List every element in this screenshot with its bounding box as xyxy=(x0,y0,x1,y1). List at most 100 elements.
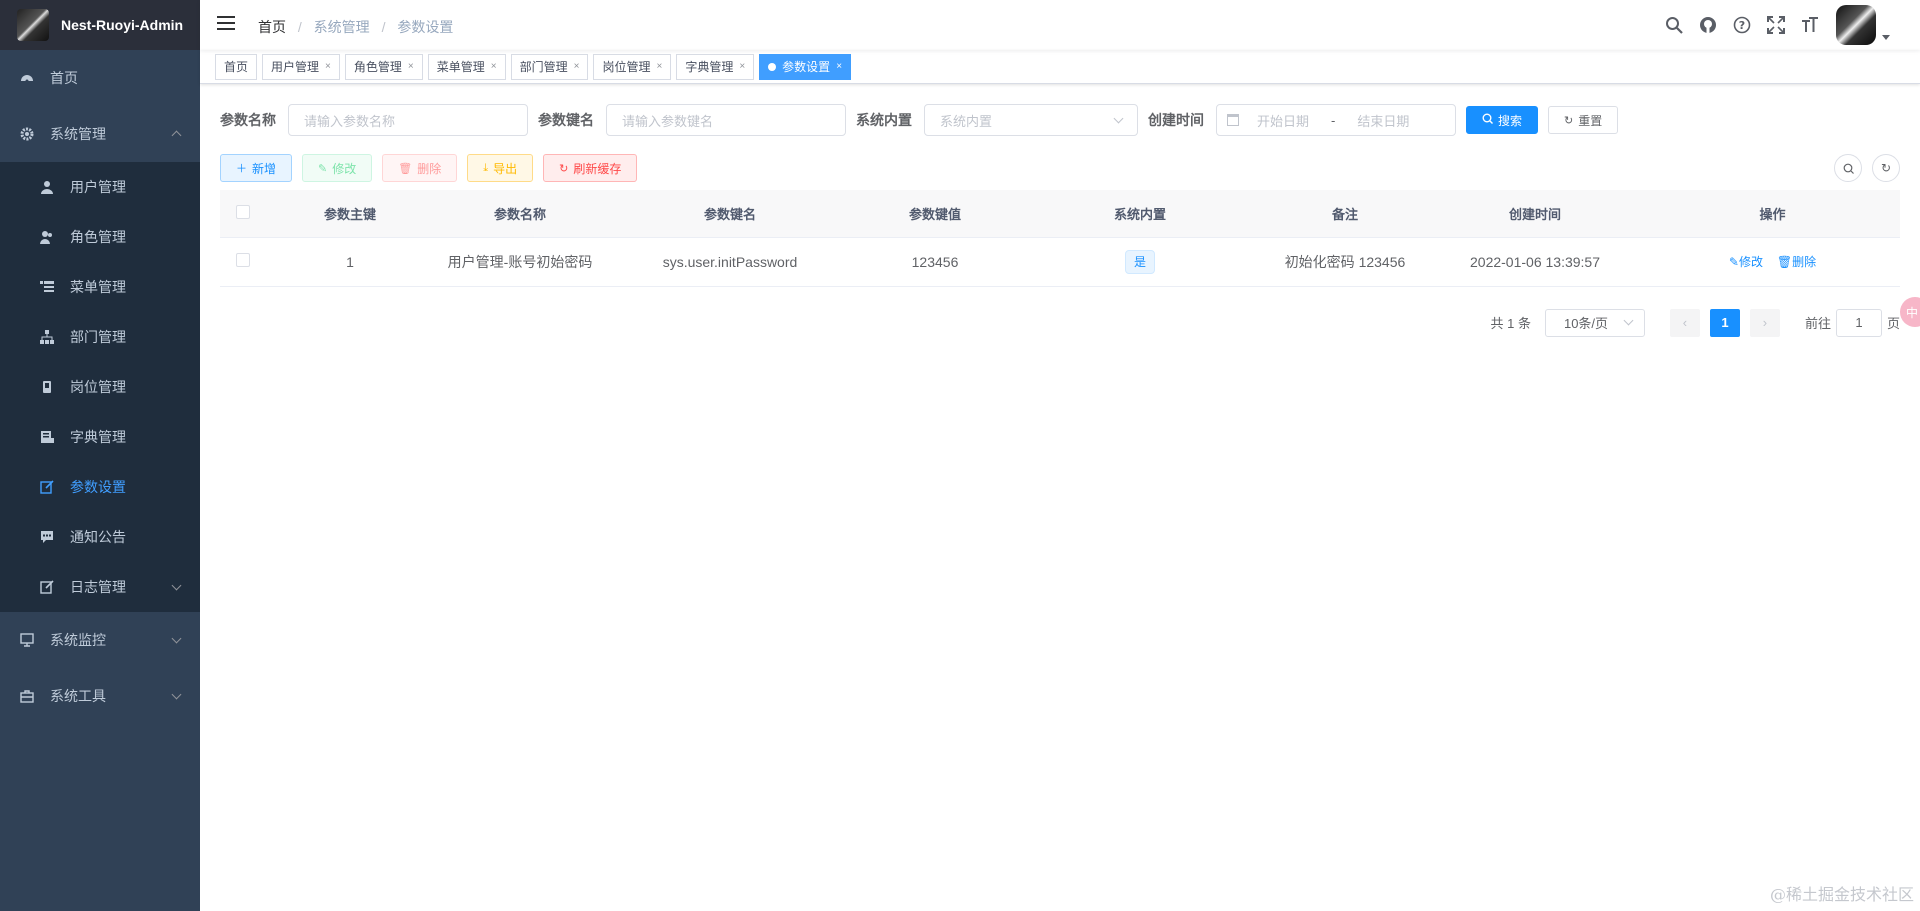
sidebar-item-notice[interactable]: 通知公告 xyxy=(0,512,200,562)
tag-depts[interactable]: 部门管理 × xyxy=(510,53,589,80)
search-icon[interactable] xyxy=(1664,15,1684,35)
sidebar-item-label: 系统监控 xyxy=(50,632,106,648)
sidebar-item-label: 岗位管理 xyxy=(70,379,126,395)
config-name-input[interactable]: 请输入参数名称 xyxy=(288,104,528,136)
refresh-cache-button[interactable]: ↻ 刷新缓存 xyxy=(543,154,638,182)
edit-icon xyxy=(40,480,54,494)
breadcrumb-home[interactable]: 首页 xyxy=(258,19,286,35)
gear-icon xyxy=(20,127,34,141)
refresh-icon: ↻ xyxy=(559,162,569,175)
sidebar-item-label: 菜单管理 xyxy=(70,279,126,295)
toggle-search-button[interactable] xyxy=(1834,154,1862,182)
sidebar-item-roles[interactable]: 角色管理 xyxy=(0,212,200,262)
edit-button[interactable]: ✎ 修改 xyxy=(302,154,373,182)
chevron-down-icon xyxy=(171,689,182,700)
close-icon[interactable]: × xyxy=(325,55,331,79)
github-icon[interactable] xyxy=(1698,15,1718,35)
add-button[interactable]: ＋ 新增 xyxy=(220,154,293,182)
config-key-input[interactable]: 请输入参数键名 xyxy=(606,104,846,136)
main-container: 首页 / 系统管理 / 参数设置 ? 首页 用户管理 × 角色管理 × 菜单管理 × … xyxy=(200,0,1920,911)
goto-prefix: 前往 xyxy=(1804,316,1831,331)
export-button[interactable]: ⤓ 导出 xyxy=(467,154,534,182)
sidebar-item-depts[interactable]: 部门管理 xyxy=(0,312,200,362)
question-icon[interactable]: ? xyxy=(1732,15,1752,35)
close-icon[interactable]: × xyxy=(656,55,662,79)
active-dot-icon xyxy=(768,62,777,71)
refresh-cache-button-label: 刷新缓存 xyxy=(573,161,622,176)
page-size-value: 10条/页 xyxy=(1563,316,1609,331)
app-title: Nest-Ruoyi-Admin xyxy=(61,17,184,33)
config-type-cell: 是 xyxy=(1015,237,1265,287)
close-icon[interactable]: × xyxy=(574,55,580,79)
refresh-table-button[interactable]: ↻ xyxy=(1872,154,1900,182)
tag-menus[interactable]: 菜单管理 × xyxy=(427,53,506,80)
delete-button[interactable]: 🗑 删除 xyxy=(382,154,458,182)
next-page-button[interactable]: › xyxy=(1749,308,1780,337)
edit-icon: ✎ xyxy=(1728,255,1739,269)
config-type-select[interactable]: 系统内置 xyxy=(924,104,1138,136)
breadcrumb-level2: 参数设置 xyxy=(397,19,454,35)
create-time-cell: 2022-01-06 13:39:57 xyxy=(1425,237,1645,287)
total-count: 共 1 条 xyxy=(1490,316,1531,331)
breadcrumb-separator: / xyxy=(297,19,302,35)
prev-page-button[interactable]: ‹ xyxy=(1669,308,1700,337)
sidebar-item-tools[interactable]: 系统工具 xyxy=(0,668,200,724)
sidebar-item-menus[interactable]: 菜单管理 xyxy=(0,262,200,312)
add-button-label: 新增 xyxy=(252,161,277,176)
search-button[interactable]: 搜索 xyxy=(1466,106,1539,134)
tag-home[interactable]: 首页 xyxy=(215,53,258,80)
tag-config[interactable]: 参数设置 × xyxy=(759,53,852,80)
caret-down-icon[interactable] xyxy=(1882,34,1890,40)
start-date-input[interactable]: 开始日期 xyxy=(1257,111,1309,130)
logo-image xyxy=(17,9,49,41)
close-icon[interactable]: × xyxy=(739,55,745,79)
sidebar-item-dicts[interactable]: 字典管理 xyxy=(0,412,200,462)
tag-posts[interactable]: 岗位管理 × xyxy=(593,53,672,80)
sidebar-item-config[interactable]: 参数设置 xyxy=(0,462,200,512)
sidebar-item-posts[interactable]: 岗位管理 xyxy=(0,362,200,412)
sidebar-item-home[interactable]: 首页 xyxy=(0,50,200,106)
trash-icon: 🗑 xyxy=(398,162,413,175)
sidebar-item-label: 首页 xyxy=(50,70,78,86)
tag-users[interactable]: 用户管理 × xyxy=(262,53,340,80)
user-icon xyxy=(40,180,54,194)
page-size-select[interactable]: 10条/页 xyxy=(1544,308,1645,337)
table-toolbar: ＋ 新增 ✎ 修改 🗑 删除 ⤓ 导出 ↻ 刷新缓存 ↻ xyxy=(220,154,1900,182)
user-avatar[interactable] xyxy=(1836,5,1876,45)
table-row: 1 用户管理-账号初始密码 sys.user.initPassword 1234… xyxy=(220,237,1900,287)
row-edit-link[interactable]: ✎修改 xyxy=(1729,255,1763,269)
tag-dicts[interactable]: 字典管理 × xyxy=(676,53,755,80)
sidebar-item-monitor[interactable]: 系统监控 xyxy=(0,612,200,668)
close-icon[interactable]: × xyxy=(836,55,842,79)
column-header: 系统内置 xyxy=(1015,190,1265,238)
row-delete-link[interactable]: 🗑删除 xyxy=(1777,255,1816,269)
dict-icon xyxy=(40,430,54,444)
date-range-picker[interactable]: 开始日期 - 结束日期 xyxy=(1216,104,1456,136)
breadcrumb-separator: / xyxy=(381,19,386,35)
reset-button[interactable]: ↻ 重置 xyxy=(1548,106,1619,134)
watermark: @稀土掘金技术社区 xyxy=(1769,885,1914,904)
tag-label: 首页 xyxy=(224,59,249,74)
close-icon[interactable]: × xyxy=(491,55,497,79)
sidebar-item-logs[interactable]: 日志管理 xyxy=(0,562,200,612)
goto-page-input[interactable]: 1 xyxy=(1835,308,1882,337)
fullscreen-icon[interactable] xyxy=(1766,15,1786,35)
page-number[interactable]: 1 xyxy=(1709,308,1740,337)
sidebar-logo[interactable]: Nest-Ruoyi-Admin xyxy=(0,0,200,50)
end-date-input[interactable]: 结束日期 xyxy=(1357,111,1409,130)
row-checkbox[interactable] xyxy=(235,253,250,267)
column-header: 参数主键 xyxy=(265,190,435,238)
tag-roles[interactable]: 角色管理 × xyxy=(344,53,423,80)
search-button-label: 搜索 xyxy=(1498,113,1523,128)
close-icon[interactable]: × xyxy=(408,55,414,79)
hamburger-icon[interactable] xyxy=(217,16,235,32)
chevron-up-icon xyxy=(171,130,182,141)
search-icon xyxy=(1482,113,1493,127)
font-size-icon[interactable] xyxy=(1800,15,1820,35)
tag-label: 字典管理 xyxy=(685,59,734,74)
toolbox-icon xyxy=(20,689,34,703)
column-header: 操作 xyxy=(1645,190,1900,238)
sidebar-item-users[interactable]: 用户管理 xyxy=(0,162,200,212)
select-all-checkbox[interactable] xyxy=(235,204,250,219)
sidebar-item-system[interactable]: 系统管理 xyxy=(0,106,200,162)
